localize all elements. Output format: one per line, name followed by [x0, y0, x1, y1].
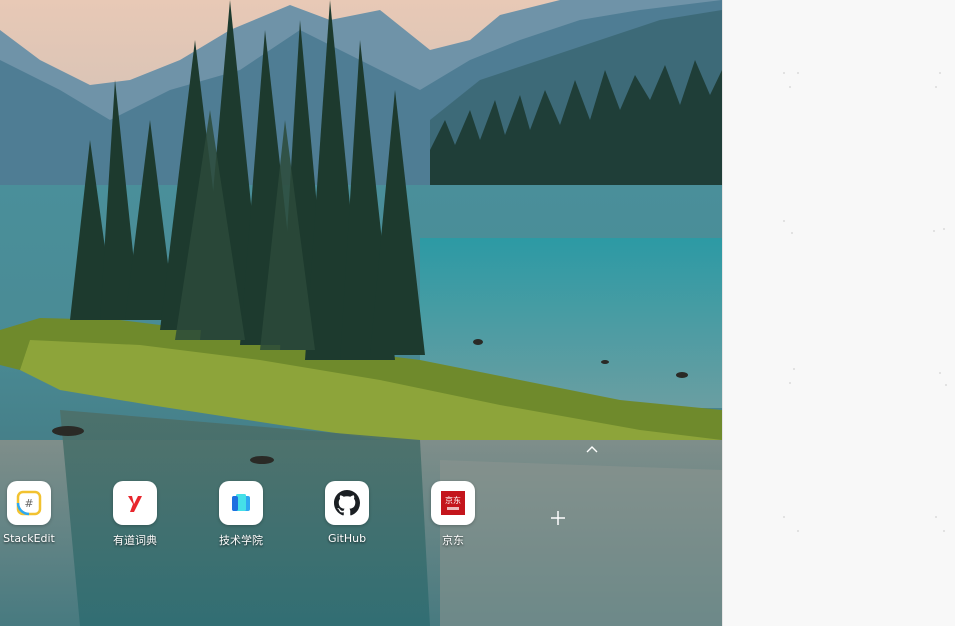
shortcut-tech-academy[interactable]: 技术学院: [201, 481, 281, 551]
shortcut-label: GitHub: [327, 532, 367, 545]
youdao-icon: [113, 481, 157, 525]
decor-dot: [943, 228, 945, 230]
jd-icon: 京东: [431, 481, 475, 525]
decor-dot: [935, 516, 937, 518]
decor-dot: [935, 86, 937, 88]
svg-text:#: #: [24, 497, 33, 510]
side-panel: [722, 0, 955, 626]
decor-dot: [933, 230, 935, 232]
decor-dot: [783, 516, 785, 518]
shortcut-label: StackEdit: [3, 532, 55, 545]
add-shortcut-button[interactable]: [546, 506, 570, 530]
decor-dot: [797, 72, 799, 74]
shortcut-label: 技术学院: [219, 534, 263, 547]
plus-icon: [551, 511, 565, 525]
shortcut-youdao[interactable]: 有道词典: [95, 481, 175, 551]
shortcut-label: 有道词典: [113, 534, 157, 547]
github-icon: [325, 481, 369, 525]
decor-dot: [939, 72, 941, 74]
chevron-up-icon: [586, 446, 598, 453]
shortcut-github[interactable]: GitHub: [307, 481, 387, 551]
shortcut-label: 京东: [442, 534, 464, 547]
tech-academy-icon: [219, 481, 263, 525]
shortcut-jd[interactable]: 京东 京东: [413, 481, 493, 551]
shortcut-stackedit[interactable]: # StackEdit: [0, 481, 69, 551]
decor-dot: [789, 86, 791, 88]
decor-dot: [789, 382, 791, 384]
decor-dot: [797, 530, 799, 532]
decor-dot: [783, 72, 785, 74]
decor-dot: [791, 232, 793, 234]
jd-logo-text: 京东: [445, 495, 461, 505]
decor-dot: [943, 530, 945, 532]
collapse-button[interactable]: [582, 441, 602, 457]
stackedit-icon: #: [7, 481, 51, 525]
decor-dot: [783, 220, 785, 222]
decor-dot: [945, 384, 947, 386]
decor-dot: [939, 372, 941, 374]
decor-dot: [793, 368, 795, 370]
